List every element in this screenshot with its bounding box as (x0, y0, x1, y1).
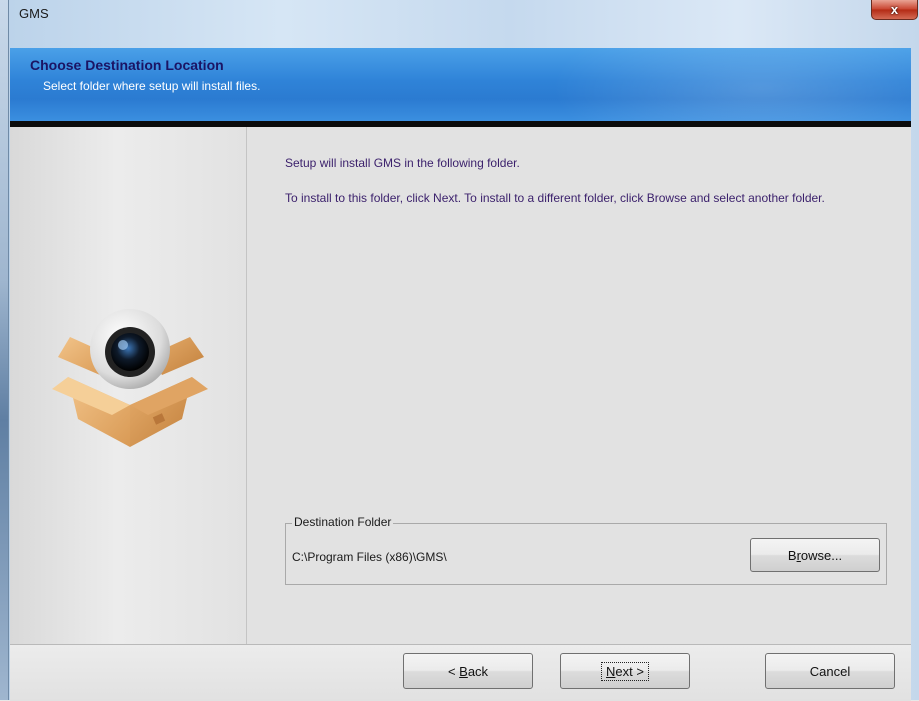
browse-label-start: B (787, 547, 797, 563)
content-area: Setup will install GMS in the following … (247, 127, 911, 644)
window-title: GMS (19, 6, 49, 21)
browse-label-end: owse... (800, 547, 843, 563)
next-mnemonic: N (606, 663, 616, 679)
camera-in-box-icon (52, 309, 208, 447)
page-heading: Choose Destination Location (30, 57, 224, 73)
next-button[interactable]: Next > (560, 653, 690, 689)
back-mnemonic: B (459, 663, 468, 679)
title-bar[interactable]: GMS x (9, 0, 919, 26)
header-banner: Choose Destination Location Select folde… (10, 48, 911, 121)
instructions-text: To install to this folder, click Next. T… (285, 191, 825, 205)
close-button[interactable]: x (871, 0, 918, 20)
destination-path: C:\Program Files (x86)\GMS\ (292, 550, 447, 564)
destination-folder-label: Destination Folder (292, 515, 394, 529)
back-label-end: ack (467, 663, 489, 679)
side-image-panel (10, 127, 247, 644)
next-focus-ring: Next > (601, 661, 649, 681)
destination-folder-group: Destination Folder C:\Program Files (x86… (285, 515, 887, 585)
banner-decoration (551, 48, 911, 121)
back-button[interactable]: < Back (403, 653, 533, 689)
next-label-end: ext > (615, 663, 644, 679)
back-label-start: < (447, 663, 460, 679)
browse-button[interactable]: Br owse... (750, 538, 880, 572)
page-subheading: Select folder where setup will install f… (43, 79, 261, 93)
close-icon: x (890, 2, 899, 17)
desktop-edge (0, 0, 8, 700)
cancel-button[interactable]: Cancel (765, 653, 895, 689)
install-info-text: Setup will install GMS in the following … (285, 156, 520, 170)
button-bar: < Back Next > Cancel (10, 644, 911, 701)
